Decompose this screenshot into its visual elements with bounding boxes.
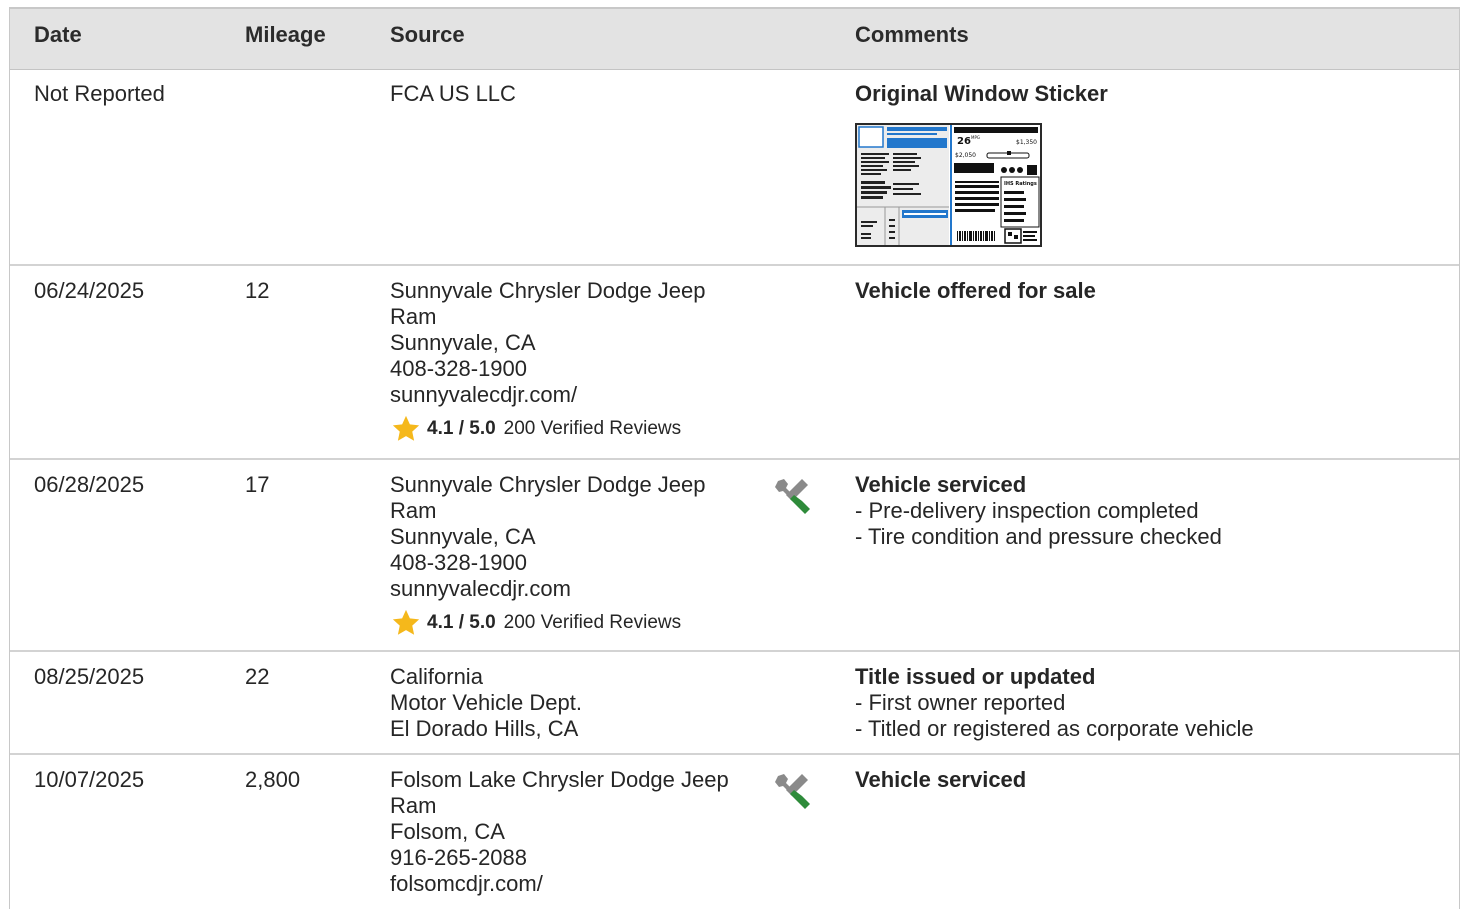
row-comments: Vehicle serviced	[855, 767, 1445, 793]
row-date: 10/07/2025	[34, 767, 145, 792]
table-row: 06/28/2025 17 Sunnyvale Chrysler Dodge J…	[10, 460, 1459, 652]
comment-title: Vehicle serviced	[855, 472, 1027, 497]
row-comments: Vehicle offered for sale	[855, 278, 1445, 304]
dealer-website-link[interactable]: sunnyvalecdjr.com	[390, 576, 760, 602]
comment-title: Original Window Sticker	[855, 81, 1108, 106]
comment-title: Vehicle offered for sale	[855, 278, 1096, 303]
comment-bullet: Tire condition and pressure checked	[855, 524, 1445, 550]
table-row: Not Reported FCA US LLC Original Window …	[10, 69, 1459, 266]
source-line: El Dorado Hills, CA	[390, 716, 579, 741]
header-mileage: Mileage	[245, 22, 326, 47]
header-comments: Comments	[855, 22, 969, 47]
dealer-rating[interactable]: 4.1 / 5.0 200 Verified Reviews	[390, 414, 760, 444]
comment-bullet: Titled or registered as corporate vehicl…	[855, 716, 1445, 742]
row-mileage: 2,800	[245, 767, 301, 792]
table-row: 06/24/2025 12 Sunnyvale Chrysler Dodge J…	[10, 266, 1459, 460]
dealer-website-link[interactable]: folsomcdjr.com/	[390, 871, 760, 897]
row-date: 06/28/2025	[34, 472, 145, 497]
rating-score: 4.1 / 5.0	[427, 612, 496, 633]
service-tools-icon	[775, 479, 810, 514]
rating-score: 4.1 / 5.0	[427, 418, 496, 439]
svg-text:IHS Ratings: IHS Ratings	[1004, 181, 1037, 187]
source-line: Ram	[390, 498, 437, 523]
service-tools-icon	[775, 774, 810, 809]
source-line: Sunnyvale Chrysler Dodge Jeep	[390, 472, 706, 497]
row-comments: Original Window Sticker 26 MPG $1,350 $2…	[855, 81, 1445, 247]
source-line: Ram	[390, 304, 437, 329]
star-icon	[392, 415, 420, 441]
comment-bullet: First owner reported	[855, 690, 1445, 716]
source-line: Sunnyvale Chrysler Dodge Jeep	[390, 278, 706, 303]
row-mileage: 12	[245, 278, 270, 303]
comment-title: Title issued or updated	[855, 664, 1096, 689]
source-line: Folsom, CA	[390, 819, 505, 844]
svg-text:$2,050: $2,050	[955, 152, 976, 159]
source-line: 916-265-2088	[390, 845, 528, 870]
window-sticker-thumbnail[interactable]: 26 MPG $1,350 $2,050 IHS Ratings	[855, 123, 1042, 247]
source-line: Sunnyvale, CA	[390, 330, 536, 355]
review-count: 200 Verified Reviews	[503, 612, 682, 633]
table-row: 08/25/2025 22 California Motor Vehicle D…	[10, 652, 1459, 755]
source-line: California	[390, 664, 483, 689]
source-line: 408-328-1900	[390, 550, 528, 575]
row-date: 08/25/2025	[34, 664, 145, 689]
svg-text:26: 26	[957, 136, 971, 147]
window-sticker-image: 26 MPG $1,350 $2,050 IHS Ratings	[857, 125, 1040, 245]
table-row: 10/07/2025 2,800 Folsom Lake Chrysler Do…	[10, 755, 1459, 915]
row-date: Not Reported	[34, 81, 165, 106]
source-line: FCA US LLC	[390, 81, 516, 106]
row-comments: Vehicle serviced Pre-delivery inspection…	[855, 472, 1445, 550]
source-line: Sunnyvale, CA	[390, 524, 536, 549]
row-source: Sunnyvale Chrysler Dodge Jeep Ram Sunnyv…	[390, 472, 760, 638]
source-line: Motor Vehicle Dept.	[390, 690, 582, 715]
row-comments: Title issued or updated First owner repo…	[855, 664, 1445, 742]
source-line: Ram	[390, 793, 437, 818]
source-line: 408-328-1900	[390, 356, 528, 381]
header-source: Source	[390, 22, 465, 47]
row-source: FCA US LLC	[390, 81, 760, 107]
dealer-website-link[interactable]: sunnyvalecdjr.com/	[390, 382, 760, 408]
comment-bullet: Pre-delivery inspection completed	[855, 498, 1445, 524]
row-date: 06/24/2025	[34, 278, 145, 303]
svg-text:$1,350: $1,350	[1016, 139, 1037, 146]
source-line: Folsom Lake Chrysler Dodge Jeep	[390, 767, 729, 792]
row-source: Sunnyvale Chrysler Dodge Jeep Ram Sunnyv…	[390, 278, 760, 444]
header-date: Date	[34, 22, 82, 47]
star-icon	[392, 609, 420, 635]
vehicle-history-table: Date Mileage Source Comments Not Reporte…	[9, 7, 1460, 909]
row-source: Folsom Lake Chrysler Dodge Jeep Ram Fols…	[390, 767, 760, 897]
dealer-rating[interactable]: 4.1 / 5.0 200 Verified Reviews	[390, 608, 760, 638]
comment-title: Vehicle serviced	[855, 767, 1027, 792]
row-mileage: 22	[245, 664, 270, 689]
review-count: 200 Verified Reviews	[503, 418, 682, 439]
row-source: California Motor Vehicle Dept. El Dorado…	[390, 664, 760, 742]
row-mileage: 17	[245, 472, 270, 497]
table-header: Date Mileage Source Comments	[10, 9, 1459, 70]
svg-text:MPG: MPG	[971, 135, 980, 140]
